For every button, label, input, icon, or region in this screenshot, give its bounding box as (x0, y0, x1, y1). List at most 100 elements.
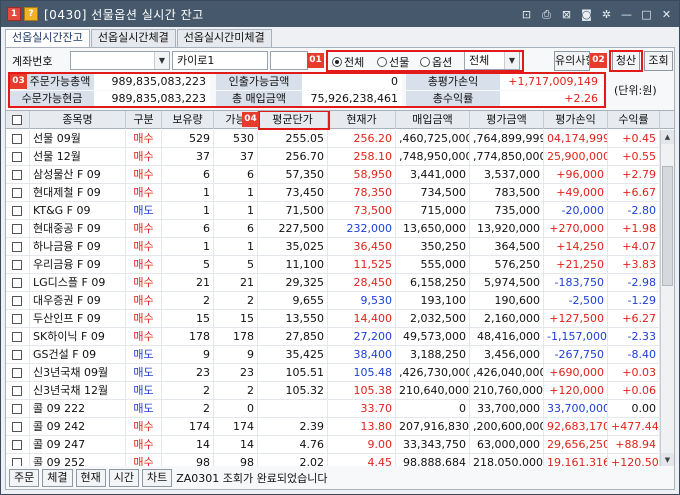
cell-avail: 0 (214, 400, 258, 417)
checkbox-icon[interactable] (12, 368, 22, 378)
cell-side: 매도 (126, 364, 162, 381)
cell-name: 콜 09 222 (30, 400, 126, 417)
checkbox-icon[interactable] (12, 350, 22, 360)
table-row[interactable]: 콜 09 242 매수 174 174 2.39 13.80 207,916,830,200… (6, 418, 674, 436)
row-checkbox-cell[interactable] (6, 328, 30, 345)
row-checkbox-cell[interactable] (6, 346, 30, 363)
checkbox-icon[interactable] (12, 224, 22, 234)
query-button[interactable]: 조회 (644, 51, 673, 71)
table-row[interactable]: 신3년국채 09월 매도 23 23 105.51 105.48,426,730,000,… (6, 364, 674, 382)
checkbox-icon[interactable] (12, 314, 22, 324)
menu-icon[interactable]: 1 (7, 7, 21, 21)
tab-realtime-fills[interactable]: 선옵실시간체결 (90, 29, 176, 47)
order-button[interactable]: 주문 (9, 469, 40, 487)
row-checkbox-cell[interactable] (6, 292, 30, 309)
checkbox-icon[interactable] (12, 242, 22, 252)
cell-qty: 14 (162, 436, 214, 453)
checkbox-icon[interactable] (12, 188, 22, 198)
table-row[interactable]: 콜 09 222 매도 2 0 33.70 0 33,700,000 33,700,000 0.… (6, 400, 674, 418)
password-field[interactable] (270, 51, 308, 70)
scroll-down-icon[interactable]: ▼ (661, 453, 674, 466)
checkbox-icon[interactable] (12, 296, 22, 306)
checkbox-icon[interactable] (12, 134, 22, 144)
row-checkbox-cell[interactable] (6, 238, 30, 255)
row-checkbox-cell[interactable] (6, 130, 30, 147)
table-row[interactable]: 현대제철 F 09 매수 1 1 73,450 78,350 734,500 783,500 +… (6, 184, 674, 202)
minimize-icon[interactable]: — (618, 6, 635, 23)
time-button[interactable]: 시간 (108, 469, 139, 487)
row-checkbox-cell[interactable] (6, 184, 30, 201)
maximize-icon[interactable]: □ (638, 6, 655, 23)
row-checkbox-cell[interactable] (6, 202, 30, 219)
help-icon[interactable]: ? (24, 7, 38, 21)
row-checkbox-cell[interactable] (6, 220, 30, 237)
cell-qty: 529 (162, 130, 214, 147)
row-checkbox-cell[interactable] (6, 364, 30, 381)
col-return[interactable]: 수익률 (608, 111, 660, 129)
cell-rate: +0.03 (608, 364, 660, 381)
checkbox-icon[interactable] (12, 332, 22, 342)
table-row[interactable]: 신3년국채 12월 매도 2 2 105.32 105.38 210,640,000 210,… (6, 382, 674, 400)
table-row[interactable]: KT&G F 09 매도 1 1 71,500 73,500 715,000 735,000-… (6, 202, 674, 220)
table-row[interactable]: 콜 09 247 매수 14 14 4.76 9.00 33,343,750 63,000,0… (6, 436, 674, 454)
table-row[interactable]: 콜 09 252 매수 98 98 2.02 4.45 98,888,684 218,050,… (6, 454, 674, 466)
row-checkbox-cell[interactable] (6, 166, 30, 183)
chevron-down-icon[interactable]: ▼ (154, 52, 169, 69)
row-checkbox-cell[interactable] (6, 418, 30, 435)
fills-button[interactable]: 체결 (42, 469, 73, 487)
row-checkbox-cell[interactable] (6, 382, 30, 399)
table-row[interactable]: 하나금융 F 09 매수 1 1 35,025 36,450 350,250 364,500 +… (6, 238, 674, 256)
print-icon[interactable]: ⎙ (538, 6, 555, 23)
table-row[interactable]: 현대중공 F 09 매수 6 6 227,500 232,000 13,650,000 13,… (6, 220, 674, 238)
lock-icon[interactable]: ⊠ (558, 6, 575, 23)
row-checkbox-cell[interactable] (6, 436, 30, 453)
checkbox-icon[interactable] (12, 458, 22, 466)
col-cur-price[interactable]: 현재가 (328, 111, 396, 129)
col-name[interactable]: 종목명 (30, 111, 126, 129)
checkbox-icon[interactable] (12, 422, 22, 432)
camera-icon[interactable]: ◙ (578, 6, 595, 23)
checkbox-icon[interactable] (12, 260, 22, 270)
col-qty[interactable]: 보유량 (162, 111, 214, 129)
col-buy-amount[interactable]: 매입금액 (396, 111, 470, 129)
scroll-up-icon[interactable]: ▲ (661, 130, 674, 144)
scroll-thumb[interactable] (662, 166, 673, 286)
table-row[interactable]: LG디스플 F 09 매수 21 21 29,325 28,450 6,158,250 5,9… (6, 274, 674, 292)
chart-button[interactable]: 차트 (142, 469, 173, 487)
row-checkbox-cell[interactable] (6, 400, 30, 417)
row-checkbox-cell[interactable] (6, 256, 30, 273)
header-checkbox-cell[interactable] (6, 111, 30, 129)
close-icon[interactable]: ✕ (658, 6, 675, 23)
table-row[interactable]: 선물 09월 매수 529 530 255.05 256.20,460,725,000,7… (6, 130, 674, 148)
row-checkbox-cell[interactable] (6, 148, 30, 165)
row-checkbox-cell[interactable] (6, 310, 30, 327)
col-eval-amount[interactable]: 평가금액 (470, 111, 544, 129)
checkbox-icon[interactable] (12, 386, 22, 396)
checkbox-icon[interactable] (12, 206, 22, 216)
col-eval-pl[interactable]: 평가손익 (544, 111, 608, 129)
checkbox-icon[interactable] (12, 170, 22, 180)
vertical-scrollbar[interactable]: ▲ ▼ (660, 130, 674, 466)
row-checkbox-cell[interactable] (6, 454, 30, 466)
checkbox-icon[interactable] (12, 440, 22, 450)
table-row[interactable]: 삼성물산 F 09 매수 6 6 57,350 58,950 3,441,000 3,537,… (6, 166, 674, 184)
table-row[interactable]: 대우증권 F 09 매수 2 2 9,655 9,530 193,100 190,600 -2,… (6, 292, 674, 310)
table-row[interactable]: 우리금융 F 09 매수 5 5 11,100 11,525 555,000 576,250 +… (6, 256, 674, 274)
table-row[interactable]: GS건설 F 09 매도 9 9 35,425 38,400 3,188,250 3,456,… (6, 346, 674, 364)
table-row[interactable]: 두산인프 F 09 매수 15 15 13,550 14,400 2,032,500 2,16… (6, 310, 674, 328)
checkbox-icon[interactable] (12, 115, 22, 125)
checkbox-icon[interactable] (12, 278, 22, 288)
link-icon[interactable]: ⊡ (518, 6, 535, 23)
checkbox-icon[interactable] (12, 404, 22, 414)
tab-realtime-unfilled[interactable]: 선옵실시간미체결 (176, 29, 272, 47)
table-row[interactable]: 선물 12월 매수 37 37 256.70 258.10,748,950,000,774… (6, 148, 674, 166)
col-side[interactable]: 구분 (126, 111, 162, 129)
notice-button[interactable]: 유의사항 (554, 51, 590, 71)
checkbox-icon[interactable] (12, 152, 22, 162)
tab-realtime-balance[interactable]: 선옵실시간잔고 (5, 29, 90, 47)
table-row[interactable]: SK하이닉 F 09 매수 178 178 27,850 27,200 49,573,000… (6, 328, 674, 346)
current-button[interactable]: 현재 (75, 469, 106, 487)
settings-icon[interactable]: ✲ (598, 6, 615, 23)
account-select[interactable]: ▼ (70, 51, 170, 70)
row-checkbox-cell[interactable] (6, 274, 30, 291)
